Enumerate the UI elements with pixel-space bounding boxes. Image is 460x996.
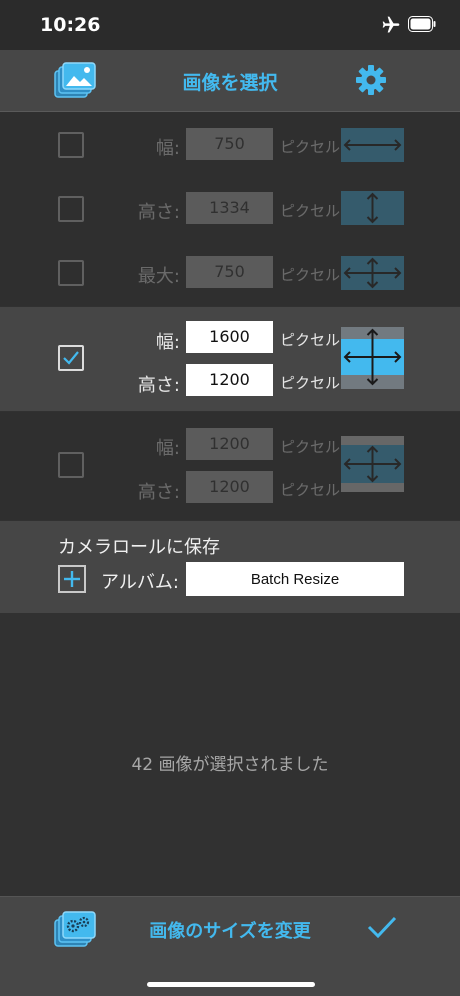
option-height[interactable]: 高さ: 1334 ピクセル (0, 176, 460, 240)
field-label: 高さ: (137, 375, 180, 396)
field-label: 高さ: (137, 482, 180, 503)
status-bar: 10:26 (0, 0, 460, 50)
nav-bar: 画像を選択 (0, 50, 460, 112)
field-label: 幅: (155, 138, 180, 159)
battery-icon (408, 16, 436, 32)
unit-label: ピクセル (280, 266, 341, 284)
height-value-field[interactable]: 1334 (186, 192, 273, 224)
square-height-field[interactable]: 1200 (186, 471, 273, 503)
unit-label: ピクセル (280, 202, 341, 220)
plus-icon (64, 571, 80, 587)
option-max[interactable]: 最大: 750 ピクセル (0, 240, 460, 306)
nav-title[interactable]: 画像を選択 (0, 68, 460, 95)
horizontal-arrow-icon (341, 128, 404, 162)
field-label: 高さ: (137, 202, 180, 223)
add-album-button[interactable] (58, 565, 86, 593)
airplane-icon (382, 16, 400, 33)
option-square[interactable]: 幅: 1200 ピクセル 高さ: 1200 ピクセル (0, 412, 460, 520)
vertical-arrow-icon (341, 191, 404, 225)
field-label: 最大: (137, 266, 180, 287)
resize-images-button[interactable]: 画像のサイズを変更 (110, 917, 350, 943)
custom-height-field[interactable]: 1200 (186, 364, 273, 396)
status-time: 10:26 (40, 14, 101, 36)
selection-count-message: 42 画像が選択されました (131, 755, 329, 775)
photos-settings-icon[interactable] (54, 911, 96, 949)
max-value-field[interactable]: 750 (186, 256, 273, 288)
unit-label: ピクセル (280, 438, 341, 456)
width-value-field[interactable]: 750 (186, 128, 273, 160)
gear-icon[interactable] (355, 64, 387, 96)
field-label: 幅: (155, 438, 180, 459)
square-width-field[interactable]: 1200 (186, 428, 273, 460)
checkmark-icon[interactable] (367, 915, 397, 939)
app-screen: 10:26 画像を選択 幅: 750 ピクセル 高さ: 1334 ピクセル 最大… (0, 0, 460, 996)
option-custom[interactable]: 幅: 1600 ピクセル 高さ: 1200 ピクセル (0, 307, 460, 411)
four-way-arrow-icon (341, 256, 404, 290)
unit-label: ピクセル (280, 331, 341, 349)
unit-label: ピクセル (280, 374, 341, 392)
unit-label: ピクセル (280, 481, 341, 499)
option-width[interactable]: 幅: 750 ピクセル (0, 112, 460, 176)
save-title: カメラロールに保存 (58, 537, 220, 558)
unit-label: ピクセル (280, 138, 341, 156)
four-way-arrow-icon (341, 436, 404, 492)
album-label: アルバム: (101, 572, 179, 593)
album-name-field[interactable] (186, 562, 404, 596)
custom-width-field[interactable]: 1600 (186, 321, 273, 353)
field-label: 幅: (155, 332, 180, 353)
four-way-arrow-icon (341, 327, 404, 389)
home-indicator[interactable] (147, 982, 315, 987)
bottom-toolbar: 画像のサイズを変更 (0, 896, 460, 996)
